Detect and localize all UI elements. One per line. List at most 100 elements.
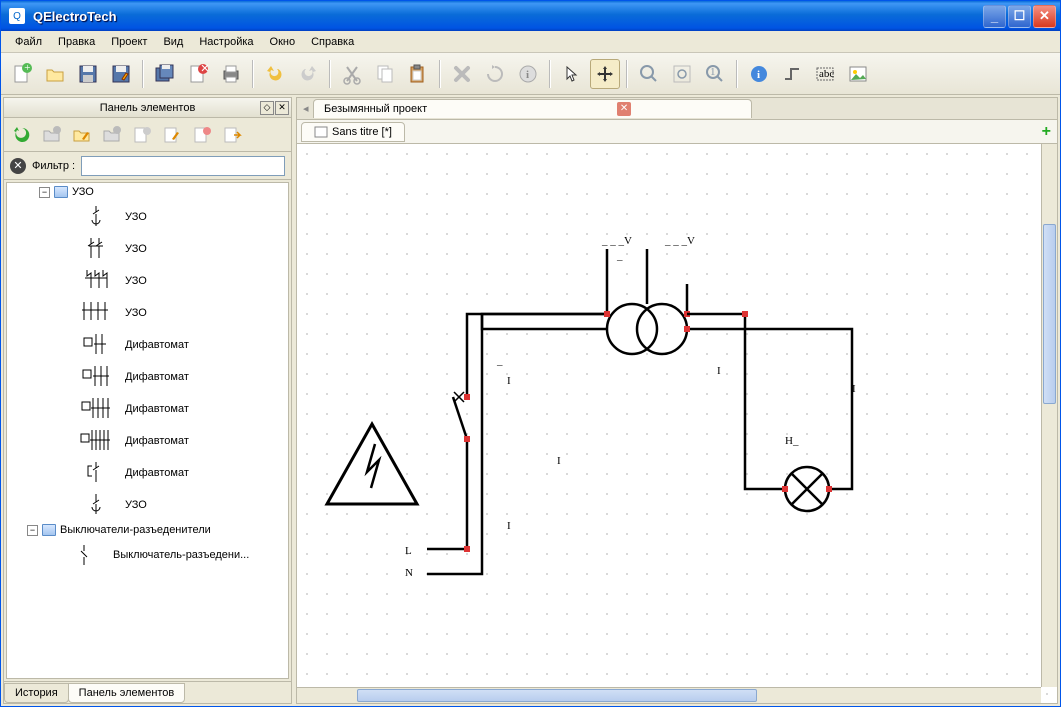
new-element-button[interactable] bbox=[128, 121, 156, 149]
tree-folder[interactable]: − УЗО bbox=[7, 183, 288, 201]
import-button[interactable] bbox=[218, 121, 246, 149]
close-button[interactable]: ✕ bbox=[1033, 5, 1056, 28]
filter-label: Фильтр : bbox=[32, 160, 75, 172]
edit-folder-button[interactable] bbox=[68, 121, 96, 149]
new-folder-button[interactable] bbox=[38, 121, 66, 149]
element-icon bbox=[77, 299, 115, 327]
add-page-button[interactable]: + bbox=[1042, 123, 1051, 141]
elements-tree[interactable]: − УЗО УЗОУЗОУЗОУЗОДифавтоматДифавтоматДи… bbox=[6, 182, 289, 679]
filter-input[interactable] bbox=[81, 156, 285, 176]
properties-button[interactable]: i bbox=[744, 59, 774, 89]
tree-item[interactable]: УЗО bbox=[7, 489, 288, 521]
save-button[interactable] bbox=[73, 59, 103, 89]
horizontal-scrollbar[interactable] bbox=[297, 687, 1041, 703]
tree-item[interactable]: УЗО bbox=[7, 233, 288, 265]
clear-filter-icon[interactable]: ✕ bbox=[10, 158, 26, 174]
delete-button[interactable] bbox=[447, 59, 477, 89]
delete-folder-button[interactable] bbox=[98, 121, 126, 149]
item-label: Дифавтомат bbox=[125, 339, 189, 351]
zoom-reset-button[interactable]: 1 bbox=[700, 59, 730, 89]
select-tool[interactable] bbox=[557, 59, 587, 89]
label-L: L bbox=[405, 545, 412, 557]
collapse-icon[interactable]: − bbox=[27, 525, 38, 536]
save-as-button[interactable] bbox=[106, 59, 136, 89]
image-button[interactable] bbox=[843, 59, 873, 89]
open-button[interactable] bbox=[40, 59, 70, 89]
project-tab-label: Безымянный проект bbox=[324, 103, 427, 115]
page-tab[interactable]: Sans titre [*] bbox=[301, 122, 405, 142]
delete-element-button[interactable] bbox=[188, 121, 216, 149]
label-N: N bbox=[405, 567, 413, 579]
move-tool[interactable] bbox=[590, 59, 620, 89]
tree-item[interactable]: УЗО bbox=[7, 265, 288, 297]
close-tab-icon[interactable]: ✕ bbox=[617, 102, 631, 116]
main-toolbar: + ✕ i 1 i abc bbox=[1, 53, 1060, 95]
print-button[interactable] bbox=[216, 59, 246, 89]
svg-text:_: _ bbox=[496, 355, 503, 367]
text-button[interactable]: abc bbox=[810, 59, 840, 89]
rotate-button[interactable] bbox=[480, 59, 510, 89]
item-label: УЗО bbox=[125, 307, 147, 319]
project-tab[interactable]: Безымянный проект ✕ bbox=[313, 99, 752, 118]
item-label: УЗО bbox=[125, 211, 147, 223]
panel-title-label: Панель элементов bbox=[100, 102, 196, 114]
undo-button[interactable] bbox=[260, 59, 290, 89]
folder-icon bbox=[54, 186, 68, 198]
canvas-viewport[interactable]: L N _ _ _V _ _ _V H_ _ I I I I I _ bbox=[297, 144, 1057, 703]
svg-text:✕: ✕ bbox=[200, 63, 209, 75]
drawing-canvas[interactable]: L N _ _ _V _ _ _V H_ _ I I I I I _ bbox=[297, 144, 1057, 703]
tree-item[interactable]: Дифавтомат bbox=[7, 361, 288, 393]
label-V2: _ _ _V bbox=[664, 235, 695, 247]
menu-help[interactable]: Справка bbox=[303, 34, 362, 50]
tree-item[interactable]: Дифавтомат bbox=[7, 329, 288, 361]
tree-item[interactable]: Выключатель-разъедени... bbox=[7, 539, 288, 571]
svg-text:i: i bbox=[526, 69, 529, 81]
element-icon bbox=[77, 491, 115, 519]
schematic-svg: L N _ _ _V _ _ _V H_ _ I I I I I _ bbox=[297, 144, 1057, 703]
editor-area: ◂ Безымянный проект ✕ Sans titre [*] + bbox=[296, 97, 1058, 704]
page-icon bbox=[314, 126, 328, 138]
element-icon bbox=[77, 331, 115, 359]
paste-button[interactable] bbox=[403, 59, 433, 89]
tree-item[interactable]: Дифавтомат bbox=[7, 457, 288, 489]
tree-folder[interactable]: − Выключатели-разъеденители bbox=[7, 521, 288, 539]
tree-item[interactable]: Дифавтомат bbox=[7, 425, 288, 457]
menu-file[interactable]: Файл bbox=[7, 34, 50, 50]
tree-item[interactable]: УЗО bbox=[7, 297, 288, 329]
zoom-button[interactable] bbox=[634, 59, 664, 89]
cut-button[interactable] bbox=[337, 59, 367, 89]
vertical-scrollbar[interactable] bbox=[1041, 144, 1057, 687]
minimize-button[interactable]: _ bbox=[983, 5, 1006, 28]
info-button[interactable]: i bbox=[513, 59, 543, 89]
item-label: Дифавтомат bbox=[125, 371, 189, 383]
folder-label: УЗО bbox=[72, 186, 94, 198]
edit-element-button[interactable] bbox=[158, 121, 186, 149]
menu-project[interactable]: Проект bbox=[103, 34, 155, 50]
menu-settings[interactable]: Настройка bbox=[191, 34, 261, 50]
refresh-button[interactable] bbox=[8, 121, 36, 149]
elements-tab[interactable]: Панель элементов bbox=[68, 683, 186, 703]
redo-button[interactable] bbox=[293, 59, 323, 89]
save-all-button[interactable] bbox=[150, 59, 180, 89]
new-button[interactable]: + bbox=[7, 59, 37, 89]
tree-item[interactable]: УЗО bbox=[7, 201, 288, 233]
history-tab[interactable]: История bbox=[4, 683, 69, 703]
collapse-icon[interactable]: − bbox=[39, 187, 50, 198]
copy-button[interactable] bbox=[370, 59, 400, 89]
titlebar: Q QElectroTech _ ☐ ✕ bbox=[1, 1, 1060, 31]
tree-item[interactable]: Дифавтомат bbox=[7, 393, 288, 425]
menu-edit[interactable]: Правка bbox=[50, 34, 103, 50]
panel-close-button[interactable]: ✕ bbox=[275, 101, 289, 115]
menu-view[interactable]: Вид bbox=[155, 34, 191, 50]
close-project-button[interactable]: ✕ bbox=[183, 59, 213, 89]
window-title: QElectroTech bbox=[29, 9, 981, 24]
menu-window[interactable]: Окно bbox=[262, 34, 304, 50]
zoom-fit-button[interactable] bbox=[667, 59, 697, 89]
tab-prev-icon[interactable]: ◂ bbox=[303, 102, 313, 115]
elements-panel: Панель элементов ◇ ✕ ✕ Фильтр : bbox=[3, 97, 292, 704]
panel-float-button[interactable]: ◇ bbox=[260, 101, 274, 115]
svg-text:I: I bbox=[507, 520, 511, 532]
conductor-button[interactable] bbox=[777, 59, 807, 89]
maximize-button[interactable]: ☐ bbox=[1008, 5, 1031, 28]
svg-text:I: I bbox=[852, 383, 856, 395]
